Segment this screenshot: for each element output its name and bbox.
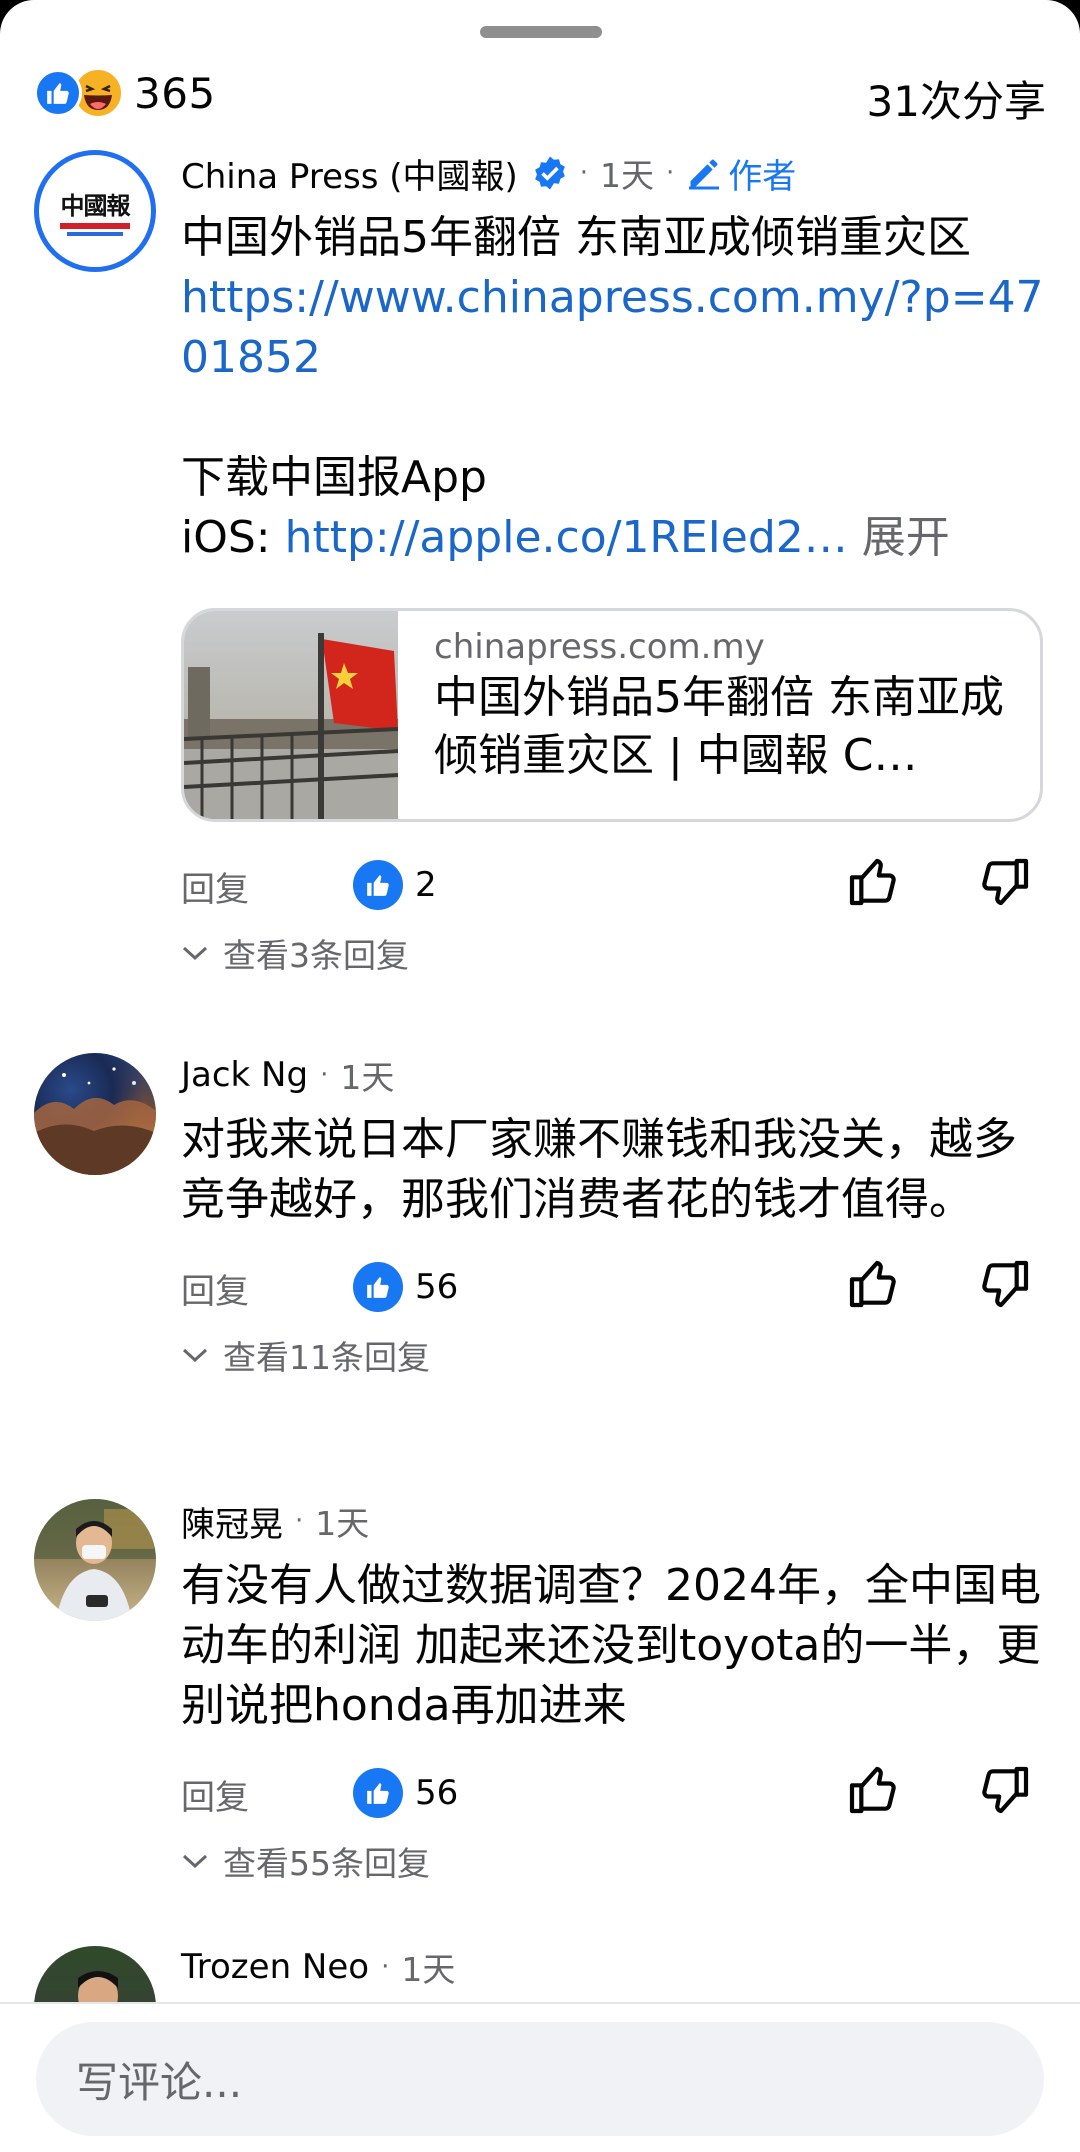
downvote-icon[interactable] — [977, 1256, 1033, 1312]
reply-button[interactable]: 回复 — [181, 1770, 249, 1819]
like-badge-icon — [353, 1768, 403, 1818]
comments-sheet: 365 31次分享 中國報 China Press (中國報) · 1天 · 作… — [0, 0, 1080, 2152]
comment-line: 下载中国报App — [181, 452, 487, 503]
comment-time: 1天 — [600, 156, 655, 195]
comment-meta: 陳冠晃 · 1天 — [181, 1496, 1051, 1546]
comment-meta: Trozen Neo · 1天 — [181, 1942, 1051, 1992]
comment-actions: 回复 56 — [181, 1256, 1051, 1328]
reply-button[interactable]: 回复 — [181, 862, 249, 911]
avatar[interactable]: 中國報 — [34, 150, 156, 272]
sheet-drag-handle[interactable] — [480, 26, 602, 38]
comment-input[interactable]: 写评论... — [36, 2022, 1044, 2136]
upvote-icon[interactable] — [845, 1256, 901, 1312]
link-preview-title: 中国外销品5年翻倍 东南亚成倾销重灾区 | 中國報 C… — [434, 672, 1004, 781]
verified-badge-icon — [534, 156, 565, 190]
comment-actions: 回复 56 — [181, 1762, 1051, 1834]
like-count[interactable]: 56 — [353, 1768, 458, 1818]
comment-line: 中国外销品5年翻倍 东南亚成倾销重灾区 — [181, 212, 971, 263]
like-badge-icon — [353, 860, 403, 910]
comment-body: Jack Ng · 1天 对我来说日本厂家赚不赚钱和我没关，越多竞争越好，那我们… — [181, 1050, 1051, 1380]
comment-time: 1天 — [401, 1950, 456, 1989]
link-preview-info: chinapress.com.my 中国外销品5年翻倍 东南亚成倾销重灾区 | … — [398, 611, 1040, 819]
chevron-down-icon — [182, 946, 208, 961]
comment-time: 1天 — [315, 1504, 370, 1543]
ios-label: iOS: — [181, 512, 285, 563]
separator-dot: · — [295, 1506, 304, 1536]
author-badge-label: 作者 — [728, 156, 797, 197]
view-replies-label: 查看3条回复 — [223, 936, 409, 975]
author-name[interactable]: China Press (中國報) — [181, 149, 518, 198]
chevron-down-icon — [182, 1854, 208, 1869]
like-count-value: 2 — [415, 865, 437, 905]
link-preview-card[interactable]: chinapress.com.my 中国外销品5年翻倍 东南亚成倾销重灾区 | … — [181, 608, 1043, 822]
avatar[interactable] — [34, 1499, 156, 1621]
reaction-summary[interactable]: 365 — [34, 67, 216, 119]
separator-dot: · — [381, 1952, 390, 1982]
upvote-icon[interactable] — [845, 1762, 901, 1818]
comment-text: 中国外销品5年翻倍 东南亚成倾销重灾区 https://www.chinapre… — [181, 208, 1051, 568]
comment-meta: China Press (中國報) · 1天 · 作者 — [181, 148, 1051, 198]
like-count[interactable]: 2 — [353, 860, 437, 910]
separator-dot: · — [666, 158, 675, 188]
comment-text: 有没有人做过数据调查？2024年，全中国电动车的利润 加起来还没到toyota的… — [181, 1560, 1041, 1731]
view-replies-button[interactable]: 查看3条回复 — [181, 928, 1051, 978]
view-replies-label: 查看55条回复 — [223, 1844, 430, 1883]
view-replies-button[interactable]: 查看11条回复 — [181, 1330, 1051, 1380]
avatar[interactable] — [34, 1053, 156, 1175]
link-preview-image — [184, 611, 398, 819]
comment-actions: 回复 2 — [181, 854, 1051, 926]
logo-text: 中國報 — [60, 191, 131, 220]
comment-composer-bar: 写评论... — [0, 2002, 1080, 2152]
separator-dot: · — [320, 1060, 329, 1090]
comment-input-placeholder: 写评论... — [76, 2057, 243, 2107]
view-replies-button[interactable]: 查看55条回复 — [181, 1836, 1051, 1886]
reactions-bar: 365 31次分享 — [34, 62, 1046, 126]
reaction-count: 365 — [134, 68, 216, 118]
share-count[interactable]: 31次分享 — [867, 68, 1046, 129]
ios-link[interactable]: http://apple.co/1REIed2… — [285, 512, 848, 563]
author-name[interactable]: Trozen Neo — [181, 1947, 369, 1987]
comment-body: Trozen Neo · 1天 — [181, 1942, 1051, 1992]
like-count-value: 56 — [415, 1267, 459, 1307]
pencil-icon — [689, 159, 720, 190]
like-count-value: 56 — [415, 1773, 459, 1813]
upvote-icon[interactable] — [845, 854, 901, 910]
chevron-down-icon — [182, 1348, 208, 1363]
author-badge: 作者 — [686, 149, 796, 198]
downvote-icon[interactable] — [977, 1762, 1033, 1818]
reply-button[interactable]: 回复 — [181, 1264, 249, 1313]
like-reaction-icon — [34, 69, 82, 117]
comment-meta: Jack Ng · 1天 — [181, 1050, 1051, 1100]
author-name[interactable]: 陳冠晃 — [181, 1497, 283, 1546]
like-count[interactable]: 56 — [353, 1262, 458, 1312]
comment-body: China Press (中國報) · 1天 · 作者 中国外销品5年翻倍 东南… — [181, 148, 1051, 978]
comment-time: 1天 — [340, 1058, 395, 1097]
comment-text: 对我来说日本厂家赚不赚钱和我没关，越多竞争越好，那我们消费者花的钱才值得。 — [181, 1114, 1017, 1225]
comment-body: 陳冠晃 · 1天 有没有人做过数据调查？2024年，全中国电动车的利润 加起来还… — [181, 1496, 1051, 1886]
article-link[interactable]: https://www.chinapress.com.my/?p=4701852 — [181, 272, 1044, 383]
expand-button[interactable]: 展开 — [862, 512, 950, 563]
separator-dot: · — [579, 158, 589, 188]
downvote-icon[interactable] — [977, 854, 1033, 910]
view-replies-label: 查看11条回复 — [223, 1338, 430, 1377]
link-preview-domain: chinapress.com.my — [434, 627, 765, 667]
author-name[interactable]: Jack Ng — [181, 1055, 308, 1095]
like-badge-icon — [353, 1262, 403, 1312]
